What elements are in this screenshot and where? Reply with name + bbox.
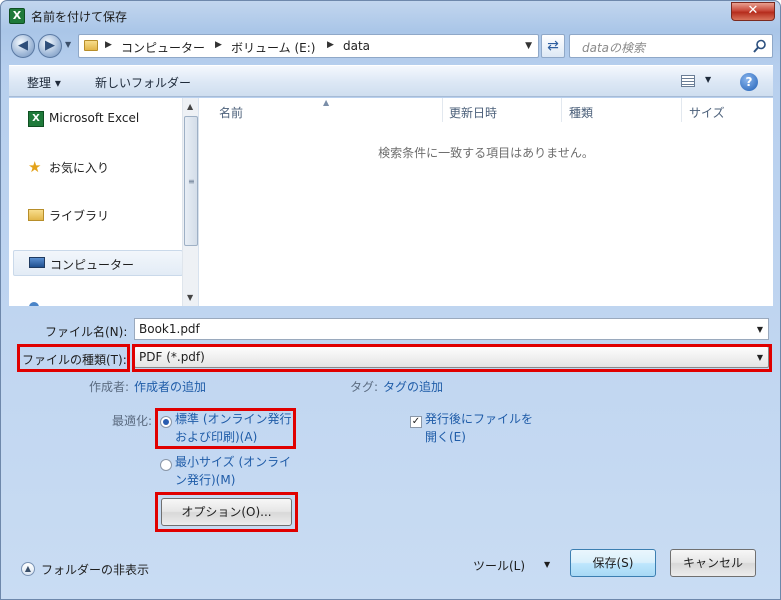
breadcrumb-computer[interactable]: コンピューター (121, 39, 205, 56)
column-header-type[interactable]: 種類 (569, 104, 593, 121)
highlight-box (17, 344, 130, 372)
library-icon (28, 209, 44, 221)
organize-button[interactable]: 整理 ▾ (27, 74, 61, 91)
column-divider[interactable] (681, 98, 682, 122)
view-dropdown-icon[interactable]: ▼ (705, 75, 711, 84)
forward-button[interactable]: ▶ (38, 34, 62, 58)
column-divider[interactable] (561, 98, 562, 122)
breadcrumb-data[interactable]: data (343, 39, 370, 53)
nav-item-favorites[interactable]: ★ お気に入り (13, 154, 183, 180)
save-button[interactable]: 保存(S) (570, 549, 656, 577)
cancel-button[interactable]: キャンセル (670, 549, 756, 577)
chevron-down-icon[interactable]: ▼ (757, 325, 763, 334)
filename-input[interactable]: Book1.pdf ▼ (134, 318, 769, 340)
scroll-thumb[interactable]: ≡ (184, 116, 198, 246)
back-button[interactable]: ◀ (11, 34, 35, 58)
file-list[interactable]: ▲ 名前 更新日時 種類 サイズ 検索条件に一致する項目はありません。 (199, 98, 773, 306)
network-icon (29, 302, 39, 306)
new-folder-button[interactable]: 新しいフォルダー (95, 74, 191, 91)
search-input[interactable]: dataの検索 (569, 34, 773, 58)
command-toolbar: 整理 ▾ 新しいフォルダー ▼ ? (9, 65, 773, 97)
nav-item-computer[interactable]: コンピューター (13, 250, 183, 276)
add-tags-link[interactable]: タグの追加 (383, 378, 443, 395)
sort-ascending-icon: ▲ (323, 98, 330, 107)
address-bar[interactable]: ▶ コンピューター ▶ ボリューム (E:) ▶ data ▼ (78, 34, 539, 58)
nav-item-label: Microsoft Excel (49, 111, 140, 125)
excel-icon: X (28, 111, 44, 127)
optimize-minimum-radio[interactable] (160, 459, 172, 471)
chevron-right-icon[interactable]: ▶ (327, 40, 334, 50)
close-button[interactable]: ✕ (731, 2, 775, 21)
tags-label: タグ: (350, 380, 379, 394)
excel-app-icon: X (9, 8, 25, 24)
navigation-pane: X Microsoft Excel ★ お気に入り ライブラリ コンピューター … (9, 98, 199, 306)
help-icon[interactable]: ? (740, 73, 758, 91)
empty-list-message: 検索条件に一致する項目はありません。 (378, 146, 594, 160)
nav-item-libraries[interactable]: ライブラリ (13, 202, 183, 228)
column-divider[interactable] (442, 98, 443, 122)
optimize-minimum-label[interactable]: 最小サイズ (オンライ ン発行)(M) (175, 453, 291, 489)
highlight-box (155, 408, 296, 449)
search-placeholder: dataの検索 (582, 41, 646, 55)
save-as-dialog: X 名前を付けて保存 ✕ ◀ ▶ ▼ ▶ コンピューター ▶ ボリューム (E:… (0, 0, 781, 600)
filename-label: ファイル名(N): (45, 325, 128, 339)
highlight-box (155, 492, 298, 532)
open-after-publish-label[interactable]: 発行後にファイルを 開く(E) (425, 410, 533, 446)
highlight-box (132, 344, 772, 372)
search-icon[interactable] (752, 38, 768, 54)
add-author-link[interactable]: 作成者の追加 (134, 378, 206, 395)
hide-folders-button[interactable]: フォルダーの非表示 (41, 561, 149, 578)
chevron-up-icon[interactable]: ▲ (21, 562, 35, 576)
nav-item-label: ライブラリ (49, 209, 110, 223)
star-icon: ★ (28, 158, 42, 176)
scroll-up-icon[interactable]: ▲ (187, 102, 193, 111)
title-bar: X 名前を付けて保存 ✕ (1, 1, 780, 29)
refresh-button[interactable]: ⇄ (541, 34, 565, 58)
scroll-down-icon[interactable]: ▼ (187, 293, 193, 302)
view-options-icon[interactable] (681, 75, 695, 87)
computer-icon (29, 257, 45, 268)
column-header-size[interactable]: サイズ (689, 104, 725, 121)
author-label: 作成者: (89, 380, 130, 394)
chevron-right-icon[interactable]: ▶ (105, 40, 112, 50)
column-header-modified[interactable]: 更新日時 (449, 104, 497, 121)
address-dropdown-icon[interactable]: ▼ (525, 41, 532, 51)
open-after-publish-checkbox[interactable]: ✓ (410, 416, 422, 428)
breadcrumb-volume[interactable]: ボリューム (E:) (231, 39, 315, 56)
optimize-label: 最適化: (112, 414, 153, 428)
window-title: 名前を付けて保存 (31, 10, 128, 24)
tools-dropdown-icon[interactable]: ▼ (544, 560, 550, 569)
column-header-name[interactable]: 名前 (219, 104, 243, 121)
chevron-right-icon[interactable]: ▶ (215, 40, 222, 50)
nav-scrollbar[interactable]: ▲ ≡ ▼ (182, 98, 198, 306)
folder-icon (84, 40, 98, 51)
nav-item-label: コンピューター (50, 258, 135, 272)
nav-item-microsoft-excel[interactable]: X Microsoft Excel (13, 106, 183, 132)
tools-menu[interactable]: ツール(L) (473, 557, 525, 574)
nav-item-label: お気に入り (49, 161, 110, 175)
grip-icon: ≡ (188, 177, 195, 186)
filename-value: Book1.pdf (139, 322, 200, 336)
recent-pages-dropdown[interactable]: ▼ (65, 40, 71, 49)
